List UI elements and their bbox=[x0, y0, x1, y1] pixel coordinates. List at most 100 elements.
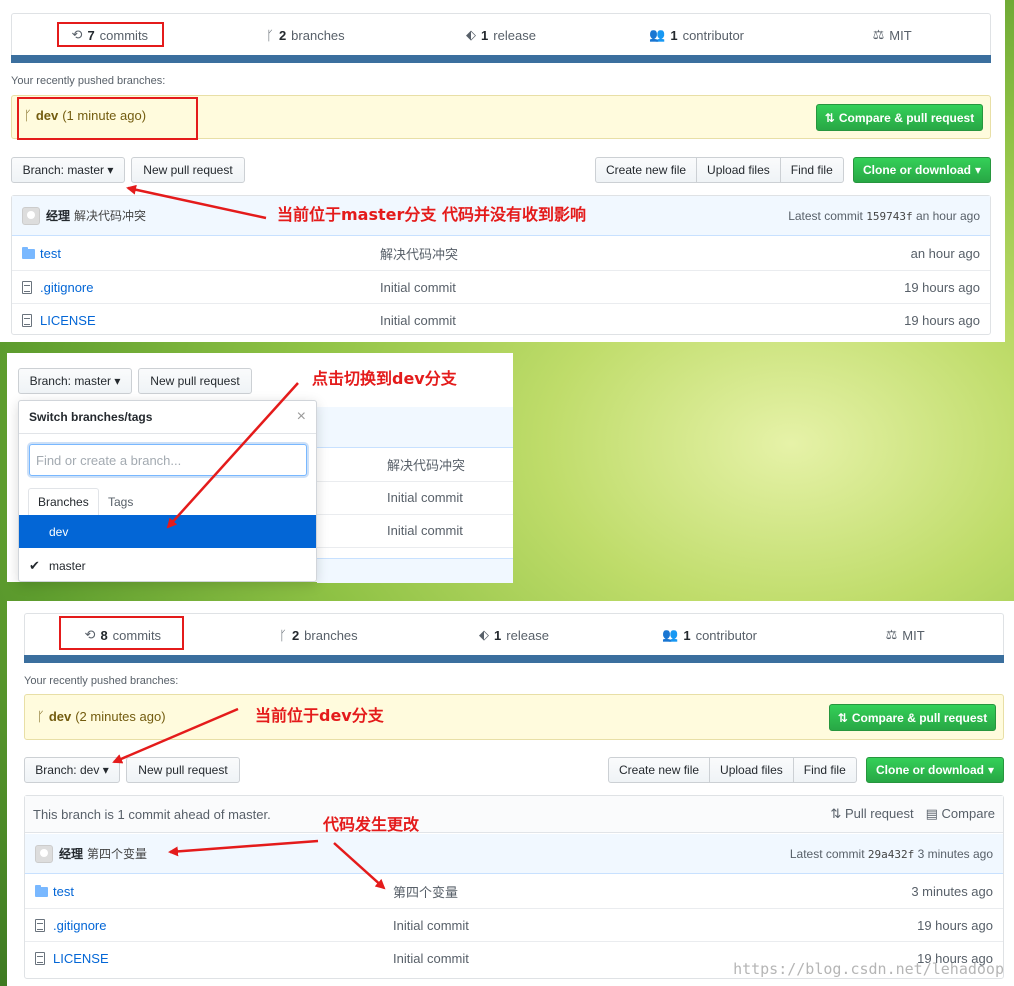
tag-icon: ⬖ bbox=[466, 27, 477, 42]
contributors-link[interactable]: 👥 1 contributor bbox=[599, 27, 795, 43]
create-new-file-button[interactable]: Create new file bbox=[595, 157, 698, 183]
upload-files-button[interactable]: Upload files bbox=[709, 757, 794, 783]
contributors-count: 1 bbox=[670, 27, 678, 43]
commit-message[interactable]: 第四个变量 bbox=[87, 845, 147, 862]
branch-current: master bbox=[67, 163, 104, 177]
file-name[interactable]: LICENSE bbox=[40, 313, 96, 328]
folder-icon bbox=[22, 246, 35, 261]
recent-branches-label: Your recently pushed branches: bbox=[24, 675, 179, 687]
file-name[interactable]: LICENSE bbox=[53, 951, 109, 966]
branch-prefix: Branch: bbox=[29, 374, 71, 388]
pull-request-icon: ⇅ bbox=[830, 806, 842, 821]
watermark-text: https://blog.csdn.net/lehadoop bbox=[733, 960, 1004, 978]
branch-item-label: dev bbox=[49, 524, 69, 539]
releases-label: release bbox=[506, 627, 549, 643]
file-commit-message[interactable]: Initial commit bbox=[387, 490, 463, 505]
people-icon: 👥 bbox=[649, 27, 666, 42]
branches-link[interactable]: ᚴ 2 branches bbox=[221, 628, 417, 643]
commit-sha[interactable]: 29a432f bbox=[868, 848, 914, 861]
file-name[interactable]: test bbox=[40, 246, 61, 261]
clone-download-button[interactable]: Clone or download ▾ bbox=[853, 157, 991, 183]
pull-request-link[interactable]: ⇅ Pull request bbox=[830, 806, 913, 822]
contributors-count: 1 bbox=[683, 627, 691, 643]
branch-select-button[interactable]: Branch: dev ▾ bbox=[24, 757, 120, 783]
compare-pull-request-button[interactable]: ⇅ Compare & pull request bbox=[816, 104, 983, 131]
tag-icon: ⬖ bbox=[479, 627, 490, 642]
file-age: an hour ago bbox=[910, 246, 980, 261]
recent-branch-banner: ᚴ dev (2 minutes ago) ⇅ Compare & pull r… bbox=[24, 694, 1004, 740]
compare-pull-request-button[interactable]: ⇅ Compare & pull request bbox=[829, 704, 996, 731]
create-new-file-button[interactable]: Create new file bbox=[608, 757, 711, 783]
compare-button-label: Compare & pull request bbox=[838, 110, 975, 125]
releases-count: 1 bbox=[494, 627, 502, 643]
avatar[interactable] bbox=[22, 206, 40, 225]
latest-commit-label: Latest commit bbox=[788, 208, 863, 223]
file-row-behind: Initial commit bbox=[317, 481, 513, 515]
caret-down-icon: ▾ bbox=[987, 763, 995, 777]
file-commit-message[interactable]: Initial commit bbox=[393, 951, 469, 966]
annotation-dev-branch: 当前位于dev分支 bbox=[255, 706, 384, 725]
commit-author[interactable]: 经理 bbox=[46, 207, 70, 224]
branches-link[interactable]: ᚴ 2 branches bbox=[208, 28, 404, 43]
file-name[interactable]: .gitignore bbox=[53, 918, 106, 933]
branches-label: branches bbox=[304, 627, 358, 643]
recent-branches-label: Your recently pushed branches: bbox=[11, 75, 166, 87]
commit-time: an hour ago bbox=[915, 208, 980, 223]
license-link[interactable]: ⚖ MIT bbox=[794, 27, 990, 43]
new-pull-request-button[interactable]: New pull request bbox=[126, 757, 240, 783]
caret-down-icon: ▾ bbox=[102, 763, 109, 777]
language-bar bbox=[11, 55, 991, 63]
file-commit-message[interactable]: Initial commit bbox=[380, 280, 456, 295]
branch-icon: ᚴ bbox=[279, 627, 287, 643]
upload-files-button[interactable]: Upload files bbox=[696, 157, 781, 183]
close-icon[interactable]: × bbox=[297, 408, 306, 426]
branch-select-button[interactable]: Branch: master ▾ bbox=[11, 157, 125, 183]
file-actions-group: Create new file Upload files Find file bbox=[595, 157, 844, 183]
avatar[interactable] bbox=[35, 844, 53, 863]
caret-down-icon: ▾ bbox=[107, 163, 114, 177]
releases-link[interactable]: ⬖ 1 release bbox=[416, 627, 612, 643]
commit-author[interactable]: 经理 bbox=[59, 845, 83, 862]
commit-sha[interactable]: 159743f bbox=[866, 210, 912, 223]
recent-branch-link[interactable]: ᚴ dev (2 minutes ago) bbox=[37, 709, 166, 724]
dropdown-header: Switch branches/tags × bbox=[19, 401, 316, 434]
file-commit-message[interactable]: Initial commit bbox=[387, 523, 463, 538]
branch-icon: ᚴ bbox=[37, 709, 45, 724]
tab-branches[interactable]: Branches bbox=[28, 488, 99, 516]
license-link[interactable]: ⚖ MIT bbox=[807, 627, 1003, 643]
new-pull-request-button[interactable]: New pull request bbox=[131, 157, 245, 183]
branch-item-master[interactable]: ✔ master bbox=[19, 549, 316, 581]
file-name[interactable]: .gitignore bbox=[40, 280, 93, 295]
file-commit-message[interactable]: Initial commit bbox=[393, 918, 469, 933]
branch-select-button[interactable]: Branch: master ▾ bbox=[18, 368, 132, 394]
contributors-link[interactable]: 👥 1 contributor bbox=[612, 627, 808, 643]
file-name[interactable]: test bbox=[53, 884, 74, 899]
tab-tags[interactable]: Tags bbox=[99, 488, 142, 515]
branch-filter-input[interactable] bbox=[29, 444, 307, 476]
branches-count: 2 bbox=[291, 627, 300, 643]
annotation-code-changed: 代码发生更改 bbox=[323, 815, 420, 834]
file-commit-message[interactable]: 解决代码冲突 bbox=[380, 244, 458, 263]
contributors-label: contributor bbox=[695, 627, 757, 643]
dropdown-title: Switch branches/tags bbox=[29, 410, 153, 424]
branch-prefix: Branch: bbox=[22, 163, 64, 177]
clone-download-button[interactable]: Clone or download ▾ bbox=[866, 757, 1004, 783]
annotation-master: 当前位于master分支 代码并没有收到影响 bbox=[277, 205, 586, 224]
file-icon bbox=[22, 280, 35, 294]
file-age: 3 minutes ago bbox=[911, 884, 993, 899]
compare-button-label: Compare & pull request bbox=[851, 710, 988, 725]
releases-link[interactable]: ⬖ 1 release bbox=[403, 27, 599, 43]
people-icon: 👥 bbox=[662, 627, 679, 642]
file-commit-message[interactable]: 解决代码冲突 bbox=[387, 455, 465, 474]
recent-branch-name: dev bbox=[48, 709, 72, 724]
compare-link[interactable]: ▤ Compare bbox=[926, 806, 995, 822]
find-file-button[interactable]: Find file bbox=[779, 157, 844, 183]
file-commit-message[interactable]: 第四个变量 bbox=[393, 882, 458, 901]
file-commit-message[interactable]: Initial commit bbox=[380, 313, 456, 328]
branch-item-dev[interactable]: dev bbox=[19, 515, 316, 548]
commit-message[interactable]: 解决代码冲突 bbox=[74, 207, 146, 224]
highlight-box-recent-branch bbox=[17, 97, 198, 140]
check-icon: ✔ bbox=[29, 557, 40, 573]
find-file-button[interactable]: Find file bbox=[792, 757, 857, 783]
new-pull-request-button[interactable]: New pull request bbox=[138, 368, 252, 394]
